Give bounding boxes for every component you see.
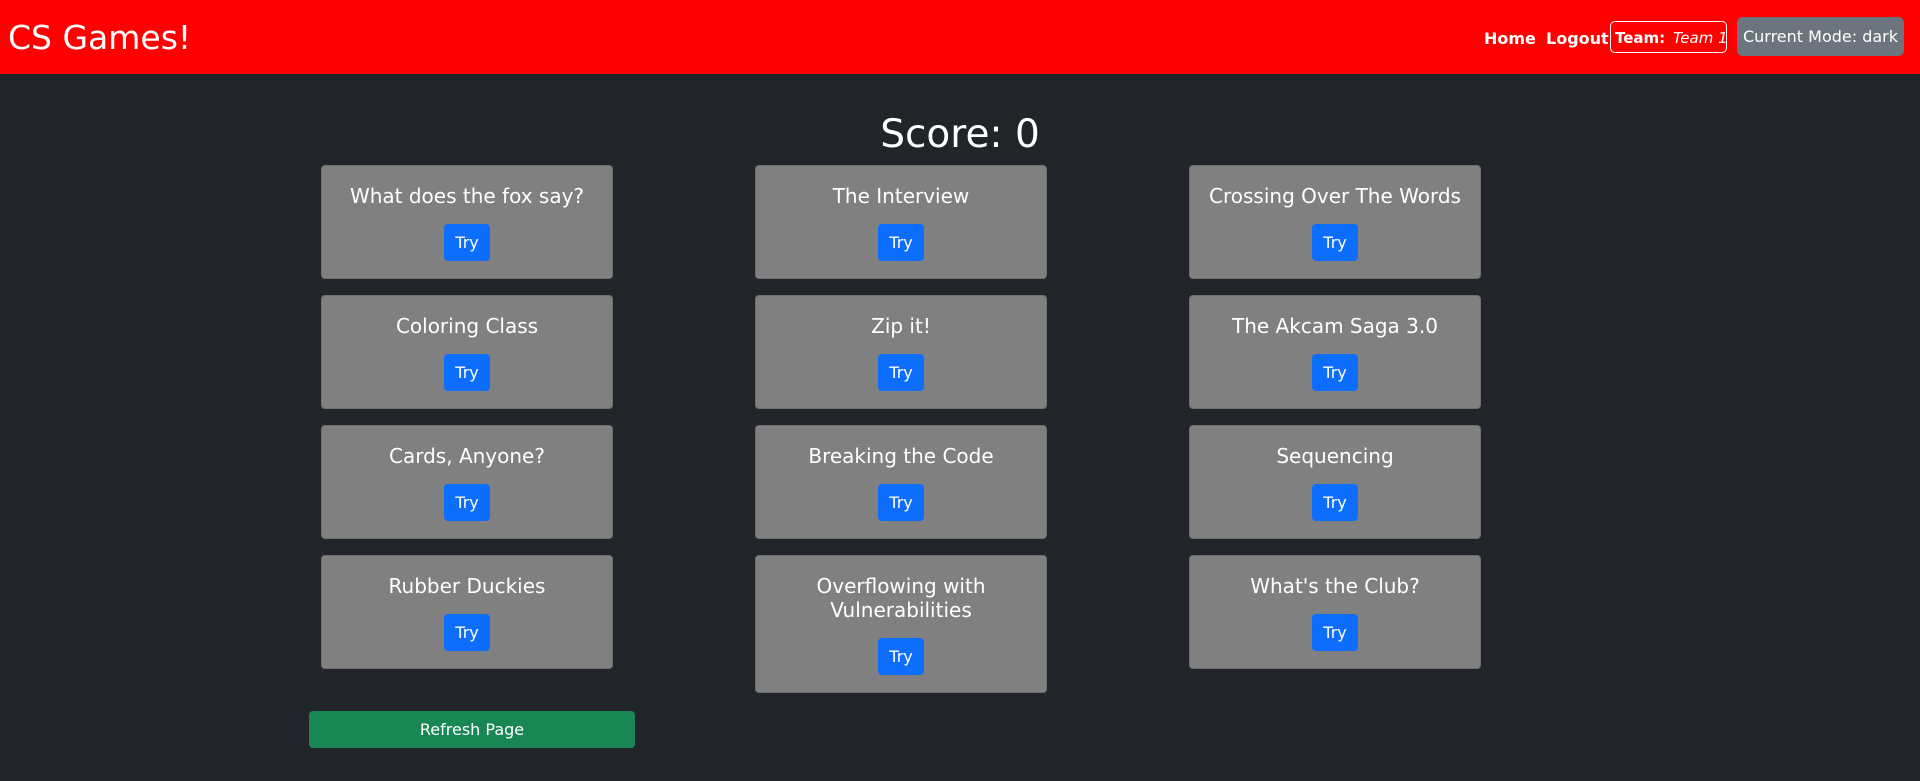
team-label: Team: [1615, 29, 1666, 47]
team-badge: Team: Team 1 [1610, 21, 1728, 53]
challenge-title: Crossing Over The Words [1209, 184, 1461, 208]
try-button[interactable]: Try [878, 638, 924, 675]
try-button[interactable]: Try [444, 354, 490, 391]
try-button[interactable]: Try [878, 354, 924, 391]
challenge-card: Zip it! Try [755, 295, 1047, 409]
mode-toggle-button[interactable]: Current Mode: dark [1737, 17, 1904, 56]
challenge-title: Zip it! [871, 314, 931, 338]
try-button[interactable]: Try [1312, 614, 1358, 651]
brand-title[interactable]: CS Games! [8, 16, 191, 60]
challenge-card: The Akcam Saga 3.0 Try [1189, 295, 1481, 409]
challenge-card: Rubber Duckies Try [321, 555, 613, 669]
challenge-card: Sequencing Try [1189, 425, 1481, 539]
try-button[interactable]: Try [1312, 484, 1358, 521]
challenge-title: Overflowing with Vulnerabilities [816, 574, 986, 622]
try-button[interactable]: Try [878, 484, 924, 521]
top-navbar: CS Games! Home Logout Team: Team 1 Curre… [0, 0, 1920, 74]
challenge-card: Overflowing with Vulnerabilities Try [755, 555, 1047, 693]
challenge-card: What does the fox say? Try [321, 165, 613, 279]
challenge-title: What's the Club? [1250, 574, 1420, 598]
score-display: Score: 0 [880, 112, 1040, 157]
challenge-card: Cards, Anyone? Try [321, 425, 613, 539]
nav-logout-link[interactable]: Logout [1546, 28, 1609, 50]
challenge-card: The Interview Try [755, 165, 1047, 279]
try-button[interactable]: Try [444, 224, 490, 261]
challenge-title: Cards, Anyone? [389, 444, 545, 468]
challenge-card: What's the Club? Try [1189, 555, 1481, 669]
try-button[interactable]: Try [444, 484, 490, 521]
challenge-title: Rubber Duckies [388, 574, 546, 598]
challenge-title: The Akcam Saga 3.0 [1232, 314, 1438, 338]
try-button[interactable]: Try [1312, 354, 1358, 391]
challenge-title: Breaking the Code [808, 444, 994, 468]
try-button[interactable]: Try [878, 224, 924, 261]
refresh-page-button[interactable]: Refresh Page [309, 711, 635, 748]
challenge-title: Coloring Class [395, 314, 539, 338]
challenge-title: What does the fox say? [349, 184, 585, 208]
challenge-card: Crossing Over The Words Try [1189, 165, 1481, 279]
challenge-card: Breaking the Code Try [755, 425, 1047, 539]
try-button[interactable]: Try [1312, 224, 1358, 261]
team-name: Team 1 [1673, 29, 1728, 47]
challenge-title: The Interview [832, 184, 970, 208]
try-button[interactable]: Try [444, 614, 490, 651]
challenge-title: Sequencing [1276, 444, 1394, 468]
challenge-card: Coloring Class Try [321, 295, 613, 409]
nav-home-link[interactable]: Home [1484, 28, 1536, 50]
